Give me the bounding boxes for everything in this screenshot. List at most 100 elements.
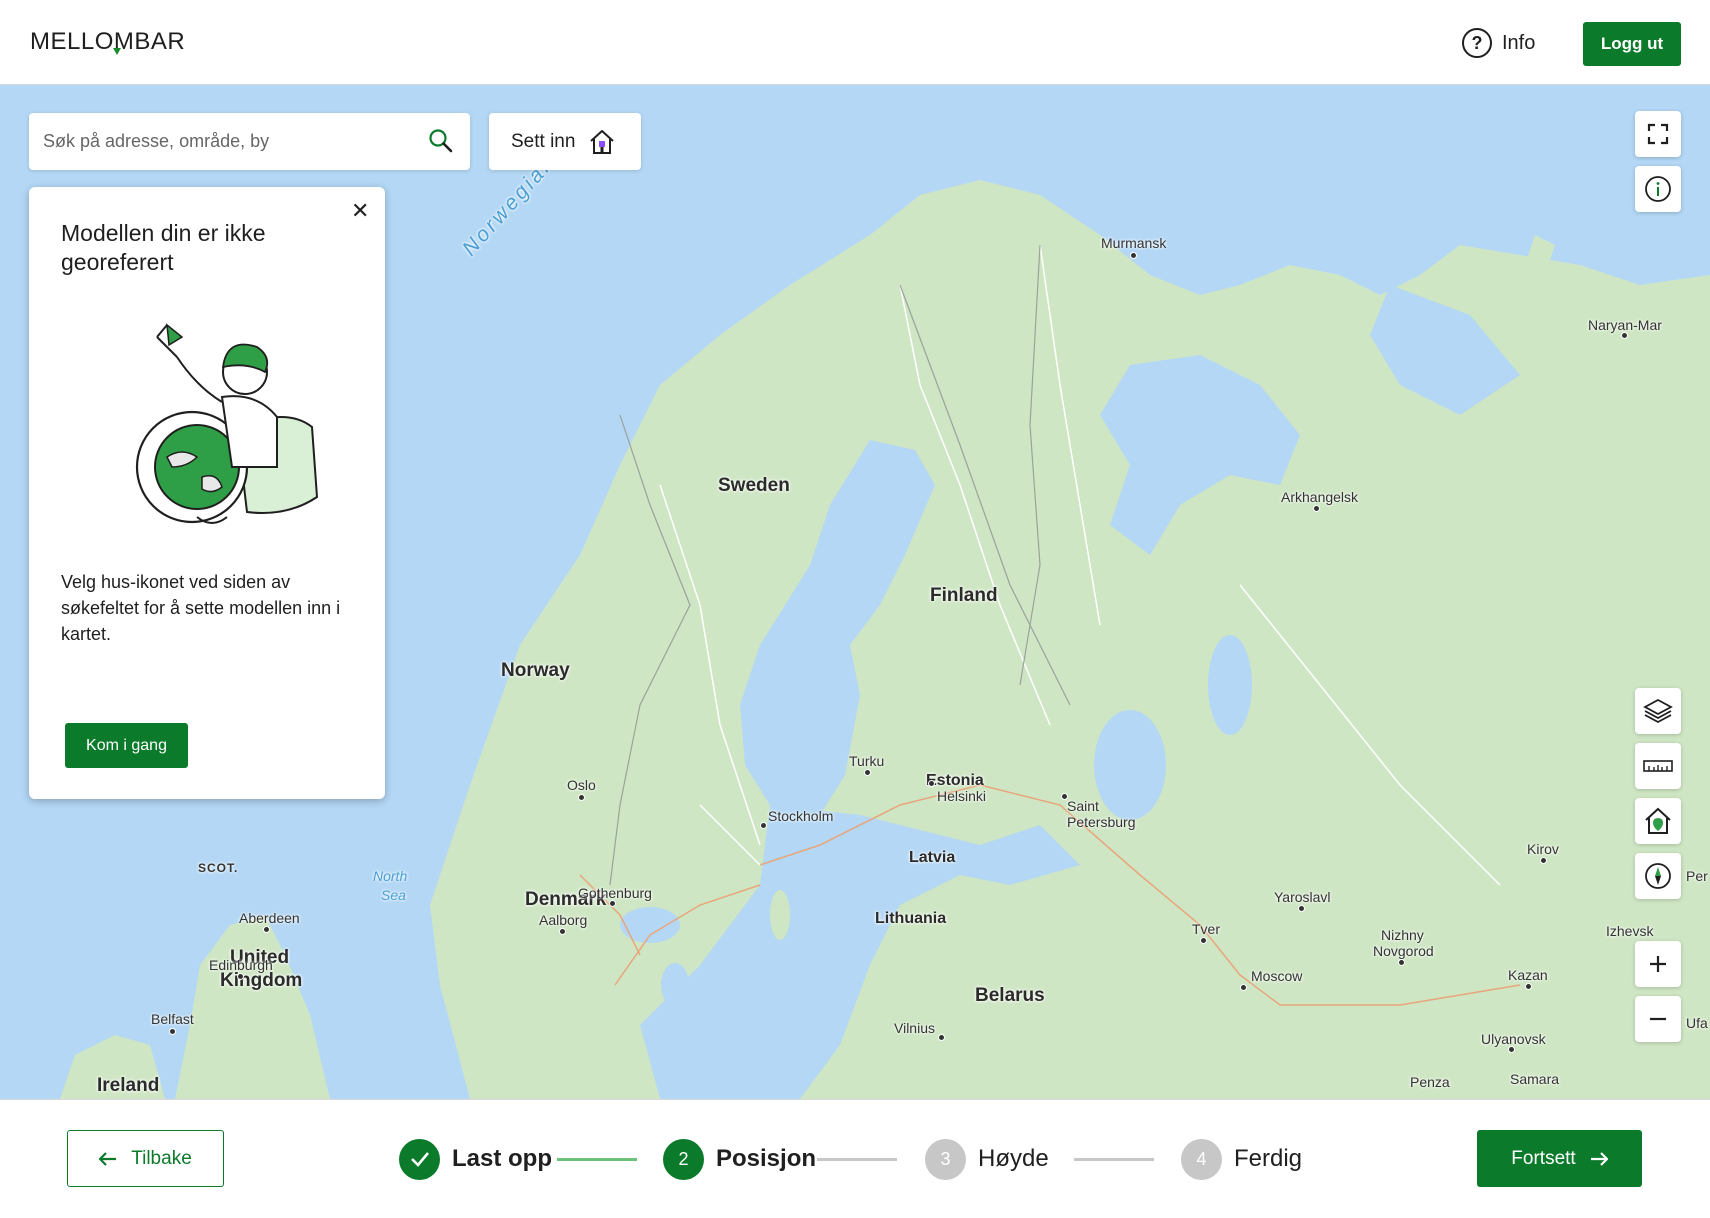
step-number: 2 bbox=[663, 1138, 704, 1180]
map-label-country: Ireland bbox=[97, 1075, 160, 1096]
arrow-left-icon bbox=[99, 1151, 117, 1166]
map-label-city: Petersburg bbox=[1067, 814, 1136, 830]
city-dot-icon bbox=[760, 822, 767, 829]
measure-button[interactable] bbox=[1635, 743, 1681, 789]
zoom-out-button[interactable] bbox=[1635, 996, 1681, 1042]
map-label-city: Edinburgh bbox=[209, 957, 273, 973]
info-label: Info bbox=[1502, 31, 1536, 54]
map-label-city: Stockholm bbox=[768, 808, 834, 824]
city-dot-icon bbox=[938, 1034, 945, 1041]
step-number: 3 bbox=[925, 1138, 966, 1180]
step-connector bbox=[557, 1158, 637, 1161]
map-label-city: Aalborg bbox=[539, 912, 588, 928]
map-label-country: Belarus bbox=[975, 985, 1045, 1006]
step-upload: Last opp bbox=[399, 1138, 552, 1180]
map-label-country: Kingdom bbox=[220, 970, 303, 991]
step-position: 2 Posisjon bbox=[663, 1138, 816, 1180]
fullscreen-icon bbox=[1647, 123, 1669, 145]
city-dot-icon bbox=[578, 794, 585, 801]
city-dot-icon bbox=[864, 769, 871, 776]
step-height: 3 Høyde bbox=[925, 1138, 1049, 1180]
panel-body: Velg hus-ikonet ved siden av søkefeltet … bbox=[61, 572, 341, 644]
map-label-city: Moscow bbox=[1251, 968, 1303, 984]
map-label-city: Gothenburg bbox=[578, 885, 652, 901]
city-dot-icon bbox=[1398, 959, 1405, 966]
continue-button[interactable]: Fortsett bbox=[1477, 1130, 1642, 1187]
city-dot-icon bbox=[1240, 984, 1247, 991]
search-box[interactable] bbox=[29, 113, 470, 170]
logout-button[interactable]: Logg ut bbox=[1583, 22, 1681, 66]
step-label: Ferdig bbox=[1234, 1145, 1303, 1172]
zoom-out-icon bbox=[1650, 1017, 1666, 1021]
map-label-city: Saint bbox=[1067, 798, 1099, 814]
zoom-in-button[interactable] bbox=[1635, 941, 1681, 987]
map-label-city: Belfast bbox=[151, 1011, 194, 1027]
info-button[interactable]: ? Info bbox=[1462, 27, 1535, 59]
home-location-button[interactable] bbox=[1635, 798, 1681, 844]
map-label-city: Naryan-Mar bbox=[1588, 317, 1662, 333]
step-done-icon bbox=[399, 1138, 440, 1180]
question-icon: ? bbox=[1462, 28, 1492, 58]
insert-model-button[interactable]: Sett inn bbox=[489, 113, 641, 170]
compass-button[interactable] bbox=[1635, 853, 1681, 899]
map-label-region: SCOT. bbox=[198, 861, 239, 875]
map-label-city: Penza bbox=[1410, 1074, 1450, 1090]
map-info-button[interactable] bbox=[1635, 166, 1681, 212]
map-label-city: Ulyanovsk bbox=[1481, 1031, 1546, 1047]
map-label-city: Novgorod bbox=[1373, 943, 1434, 959]
wizard-footer: Tilbake Last opp 2 Posisjon 3 Høyde 4 Fe… bbox=[0, 1099, 1710, 1218]
city-dot-icon bbox=[1130, 252, 1137, 259]
info-icon bbox=[1645, 176, 1671, 202]
insert-model-label: Sett inn bbox=[511, 130, 576, 152]
back-button[interactable]: Tilbake bbox=[67, 1130, 224, 1187]
city-dot-icon bbox=[1508, 1046, 1515, 1053]
logo-mark-icon bbox=[113, 48, 121, 55]
layers-icon bbox=[1643, 698, 1673, 724]
map-label-country: Latvia bbox=[909, 849, 956, 866]
map-label-country: Finland bbox=[930, 585, 998, 606]
city-dot-icon bbox=[1525, 983, 1532, 990]
georeference-panel: ✕ Modellen din er ikke georeferert Velg … bbox=[29, 187, 385, 799]
fullscreen-button[interactable] bbox=[1635, 111, 1681, 157]
logo[interactable]: MELLOMBAR bbox=[30, 28, 185, 56]
map-label-city: Per bbox=[1686, 868, 1708, 884]
step-finish: 4 Ferdig bbox=[1181, 1138, 1302, 1180]
map-label-city: Ufa bbox=[1686, 1015, 1708, 1031]
map-label-city: Turku bbox=[849, 753, 885, 769]
house-icon bbox=[590, 129, 615, 154]
step-label: Posisjon bbox=[716, 1145, 817, 1172]
map-label-city: Oslo bbox=[567, 777, 596, 793]
city-dot-icon bbox=[263, 926, 270, 933]
map-label-water: Sea bbox=[381, 887, 406, 903]
step-connector bbox=[817, 1158, 897, 1161]
get-started-button[interactable]: Kom i gang bbox=[65, 723, 188, 768]
ruler-icon bbox=[1643, 760, 1673, 772]
globe-person-illustration-icon bbox=[135, 323, 319, 524]
city-dot-icon bbox=[169, 1028, 176, 1035]
map-label-water: North bbox=[373, 868, 408, 884]
map-label-city: Aberdeen bbox=[239, 910, 300, 926]
map-label-city: Tver bbox=[1192, 921, 1220, 937]
map-label-city: Murmansk bbox=[1101, 235, 1167, 251]
map-label-city: Arkhangelsk bbox=[1281, 489, 1359, 505]
search-icon[interactable] bbox=[428, 128, 454, 154]
layers-button[interactable] bbox=[1635, 688, 1681, 734]
app-header: MELLOMBAR ? Info Logg ut bbox=[0, 0, 1710, 85]
continue-label: Fortsett bbox=[1511, 1147, 1576, 1169]
search-input[interactable] bbox=[43, 113, 413, 170]
compass-icon bbox=[1645, 863, 1671, 889]
close-icon[interactable]: ✕ bbox=[351, 200, 369, 222]
back-label: Tilbake bbox=[131, 1147, 192, 1169]
step-connector bbox=[1074, 1158, 1154, 1161]
city-dot-icon bbox=[559, 928, 566, 935]
map-label-city: Samara bbox=[1510, 1071, 1560, 1087]
step-label: Høyde bbox=[978, 1145, 1049, 1172]
panel-title: Modellen din er ikke georeferert bbox=[61, 220, 266, 275]
map-label-country: Sweden bbox=[718, 475, 790, 496]
city-dot-icon bbox=[928, 780, 935, 787]
city-dot-icon bbox=[237, 973, 244, 980]
city-dot-icon bbox=[1313, 505, 1320, 512]
map-label-country: Norway bbox=[501, 660, 570, 681]
home-location-icon bbox=[1645, 807, 1671, 834]
city-dot-icon bbox=[1200, 937, 1207, 944]
